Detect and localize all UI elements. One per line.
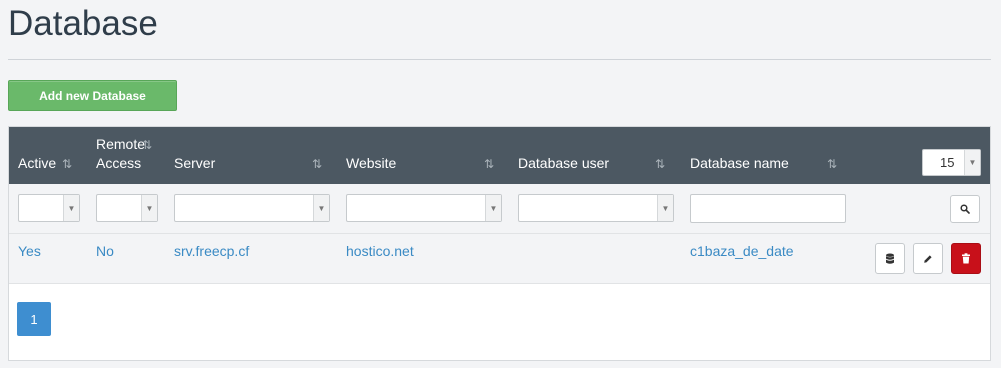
- chevron-down-icon: ▼: [313, 195, 329, 221]
- column-header-label: Remote: [96, 136, 146, 152]
- cell-remote-access[interactable]: No: [96, 243, 114, 259]
- search-icon: [960, 204, 970, 214]
- chevron-down-icon: ▼: [657, 195, 673, 221]
- sort-icon[interactable]: ⇅: [312, 157, 322, 171]
- filter-database-user-select[interactable]: ▼: [518, 194, 674, 222]
- cell-website[interactable]: hostico.net: [346, 243, 414, 259]
- filter-search-button[interactable]: [950, 195, 980, 223]
- rows-per-page-select[interactable]: 15 ▼: [922, 149, 981, 176]
- sort-icon[interactable]: ⇅: [484, 157, 494, 171]
- trash-icon: [962, 253, 970, 264]
- chevron-down-icon: ▼: [485, 195, 501, 221]
- cell-database-name[interactable]: c1baza_de_date: [690, 243, 794, 259]
- table-row: Yes No srv.freecp.cf hostico.net c1baza_…: [9, 234, 990, 284]
- filter-active-select[interactable]: ▼: [18, 194, 80, 222]
- chevron-down-icon: ▼: [141, 195, 157, 221]
- edit-button[interactable]: [913, 243, 943, 274]
- delete-button[interactable]: [951, 243, 981, 274]
- sort-icon[interactable]: ⇅: [62, 157, 72, 171]
- column-header-website[interactable]: Website: [346, 155, 396, 171]
- filter-server-select[interactable]: ▼: [174, 194, 330, 222]
- rows-per-page-value: 15: [940, 155, 955, 170]
- column-header-database-user[interactable]: Database user: [518, 155, 609, 171]
- column-header-label: Active: [18, 155, 57, 171]
- chevron-down-icon: ▼: [964, 150, 980, 175]
- column-header-label: Server: [174, 155, 216, 171]
- title-divider: [8, 59, 991, 60]
- column-header-label-line2: Access: [96, 155, 142, 171]
- database-table-panel: Active ⇅ Remote Access ⇅ Server ⇅ Websit…: [8, 126, 991, 361]
- manage-database-button[interactable]: [875, 243, 905, 274]
- column-header-remote-access[interactable]: Remote Access: [96, 135, 145, 173]
- cell-active[interactable]: Yes: [18, 243, 41, 259]
- column-header-label: Website: [346, 155, 397, 171]
- filter-database-name-input[interactable]: [690, 194, 846, 223]
- filter-row: ▼ ▼ ▼ ▼ ▼: [9, 184, 990, 234]
- column-header-active[interactable]: Active: [18, 155, 56, 171]
- sort-icon[interactable]: ⇅: [655, 157, 665, 171]
- table-header: Active ⇅ Remote Access ⇅ Server ⇅ Websit…: [9, 127, 990, 184]
- column-header-database-name[interactable]: Database name: [690, 155, 789, 171]
- column-header-server[interactable]: Server: [174, 155, 215, 171]
- pencil-icon: [924, 254, 932, 263]
- page-title: Database: [8, 4, 158, 43]
- add-database-button[interactable]: Add new Database: [8, 80, 177, 111]
- column-header-label: Database name: [690, 155, 789, 171]
- pagination-page-button[interactable]: 1: [17, 302, 51, 336]
- sort-icon[interactable]: ⇅: [142, 138, 152, 152]
- filter-website-select[interactable]: ▼: [346, 194, 502, 222]
- filter-remote-access-select[interactable]: ▼: [96, 194, 158, 222]
- database-icon: [886, 253, 894, 264]
- sort-icon[interactable]: ⇅: [827, 157, 837, 171]
- cell-server[interactable]: srv.freecp.cf: [174, 243, 249, 259]
- chevron-down-icon: ▼: [63, 195, 79, 221]
- column-header-label: Database user: [518, 155, 610, 171]
